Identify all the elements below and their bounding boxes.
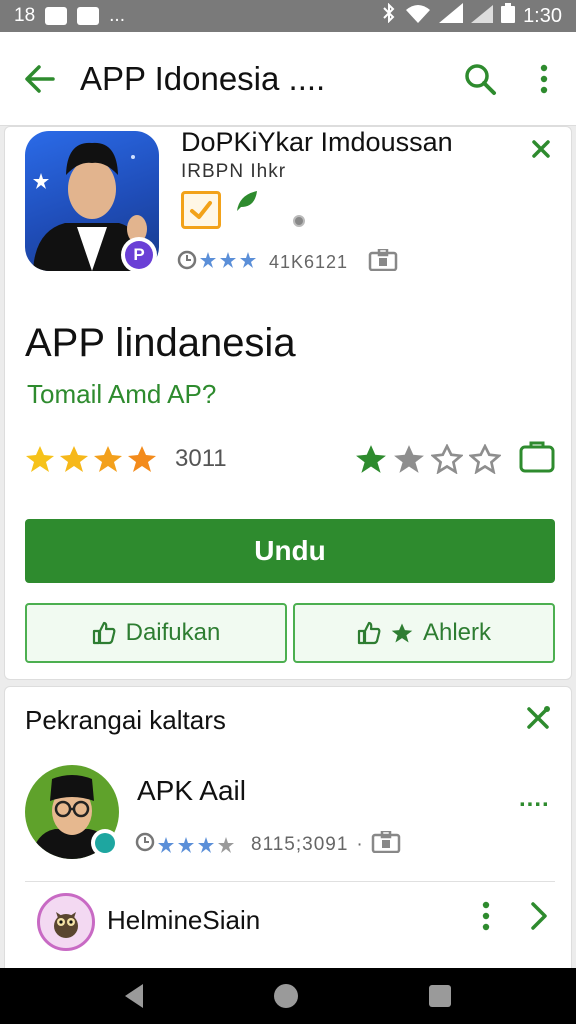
bag-icon bbox=[371, 829, 401, 859]
rating-stars bbox=[158, 837, 234, 853]
thumb-up-icon bbox=[357, 621, 381, 645]
share-button[interactable]: Daifukan bbox=[25, 603, 287, 663]
tools-button[interactable] bbox=[525, 705, 551, 736]
indicator-dot bbox=[293, 215, 305, 227]
more-vert-icon bbox=[482, 901, 490, 931]
star-icon[interactable] bbox=[355, 444, 387, 474]
battery-icon bbox=[501, 3, 516, 29]
thumb-up-icon bbox=[92, 621, 116, 645]
star-icon bbox=[26, 446, 54, 472]
more-options-button[interactable]: .... bbox=[519, 785, 550, 813]
header-title: DoPKiYkar Imdoussan bbox=[181, 127, 453, 157]
nav-recent-apps-icon[interactable] bbox=[428, 985, 451, 1007]
app-details-card: P DoPKiYkar Imdoussan IRBPN Ihkr 41K6121… bbox=[4, 126, 572, 680]
star-icon bbox=[128, 446, 156, 472]
notification-box-icon bbox=[45, 7, 68, 25]
star-icon bbox=[60, 446, 88, 472]
more-notifications: ... bbox=[109, 5, 125, 26]
divider bbox=[25, 881, 555, 882]
image-icon bbox=[77, 7, 100, 25]
status-bar: 18 ... 1:30 bbox=[0, 0, 576, 32]
owl-avatar-icon[interactable] bbox=[37, 893, 95, 951]
share-button-label: Daifukan bbox=[125, 619, 221, 646]
app-badge-icon: P bbox=[121, 237, 157, 273]
wishlist-button[interactable] bbox=[519, 441, 555, 478]
star-outline-icon[interactable] bbox=[469, 444, 501, 474]
back-button[interactable] bbox=[0, 32, 80, 126]
nav-home-icon[interactable] bbox=[273, 984, 298, 1008]
verified-badge-icon bbox=[91, 829, 119, 857]
clock-icon bbox=[135, 832, 155, 858]
star-icon[interactable] bbox=[393, 444, 425, 474]
app-bar: APP Idonesia .... bbox=[0, 32, 576, 126]
search-button[interactable] bbox=[448, 32, 512, 126]
close-button[interactable] bbox=[523, 131, 559, 167]
bluetooth-icon bbox=[381, 2, 397, 29]
rating-row: 3011 bbox=[25, 439, 555, 479]
wifi-icon bbox=[405, 3, 431, 29]
header-subtitle: IRBPN Ihkr bbox=[181, 161, 287, 182]
clock-icon bbox=[177, 250, 197, 275]
status-time: 1:30 bbox=[523, 4, 562, 27]
system-nav-bar bbox=[0, 968, 576, 1024]
header-rating-count: 41K6121 bbox=[269, 252, 349, 272]
star-icon bbox=[94, 446, 122, 472]
list-item-rating-count: 8115;3091 bbox=[251, 834, 349, 855]
more-vert-icon bbox=[540, 64, 548, 93]
star-icon bbox=[391, 623, 413, 643]
tools-icon bbox=[527, 706, 550, 729]
separator-dot: · bbox=[356, 834, 363, 855]
list-item-title[interactable]: APK Aail bbox=[137, 775, 246, 807]
signal-icon-2 bbox=[471, 3, 494, 29]
search-icon bbox=[465, 63, 496, 95]
rate-button[interactable]: Ahlerk bbox=[293, 603, 555, 663]
list-item-title[interactable]: HelmineSiain bbox=[107, 905, 260, 936]
leaf-icon bbox=[235, 189, 259, 218]
related-apps-card: Pekrangai kaltars APK Aail .... 8115;309… bbox=[4, 686, 572, 986]
close-icon bbox=[532, 140, 550, 158]
nav-back-icon[interactable] bbox=[125, 984, 144, 1008]
more-vert-button[interactable] bbox=[481, 901, 491, 936]
rate-button-label: Ahlerk bbox=[422, 619, 492, 646]
rating-stars bbox=[25, 445, 157, 473]
star-outline-icon[interactable] bbox=[431, 444, 463, 474]
bag-icon bbox=[368, 247, 398, 276]
rate-this-stars[interactable] bbox=[355, 444, 501, 474]
app-bar-title: APP Idonesia .... bbox=[80, 59, 326, 97]
chevron-right-button[interactable] bbox=[529, 901, 549, 936]
header-rating: 41K6121 bbox=[177, 247, 398, 276]
wishlist-icon bbox=[519, 441, 555, 472]
checkbox-checked-icon[interactable] bbox=[181, 191, 221, 229]
arrow-left-icon bbox=[25, 64, 55, 93]
signal-icon bbox=[439, 3, 464, 29]
install-button[interactable]: Undu bbox=[25, 519, 555, 583]
overflow-menu-button[interactable] bbox=[512, 32, 576, 126]
rating-count: 3011 bbox=[175, 445, 227, 472]
developer-link[interactable]: Tomail Amd AP? bbox=[27, 379, 216, 410]
section-title: Pekrangai kaltars bbox=[25, 705, 226, 735]
list-item-rating: 8115;3091 · bbox=[135, 829, 401, 859]
app-name: APP lindanesia bbox=[25, 321, 296, 365]
header-stars bbox=[199, 251, 259, 274]
status-number: 18 bbox=[14, 5, 36, 26]
chevron-right-icon bbox=[531, 902, 547, 930]
